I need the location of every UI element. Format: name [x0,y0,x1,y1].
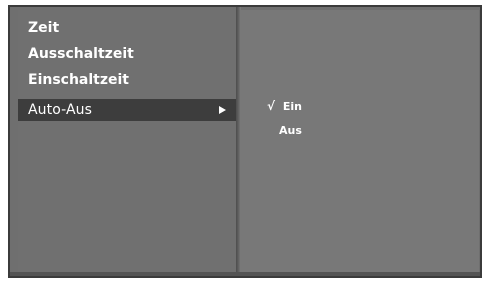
option-ein[interactable]: √ Ein [267,98,302,115]
menu-item-label: Zeit [28,20,60,36]
menu-item-auto-aus[interactable]: Auto-Aus [18,99,236,121]
menu-item-ausschaltzeit[interactable]: Ausschaltzeit [18,43,236,65]
menu-item-label: Auto-Aus [28,102,93,118]
time-menu-panel: Zeit Ausschaltzeit Einschaltzeit Auto-Au… [18,10,237,274]
auto-off-submenu: √ Ein Aus [241,10,479,274]
menu-item-einschaltzeit[interactable]: Einschaltzeit [18,69,236,91]
check-mark-icon: √ [267,99,276,113]
submenu-arrow-icon [219,106,226,114]
osd-menu-window: Zeit Ausschaltzeit Einschaltzeit Auto-Au… [8,5,482,278]
menu-item-label: Einschaltzeit [28,72,130,88]
menu-item-label: Ausschaltzeit [28,46,134,62]
option-label: Aus [279,124,302,137]
frame-bottom-edge [10,272,480,276]
option-label: Ein [282,100,302,113]
menu-item-zeit[interactable]: Zeit [18,17,236,39]
option-aus[interactable]: Aus [279,123,302,139]
